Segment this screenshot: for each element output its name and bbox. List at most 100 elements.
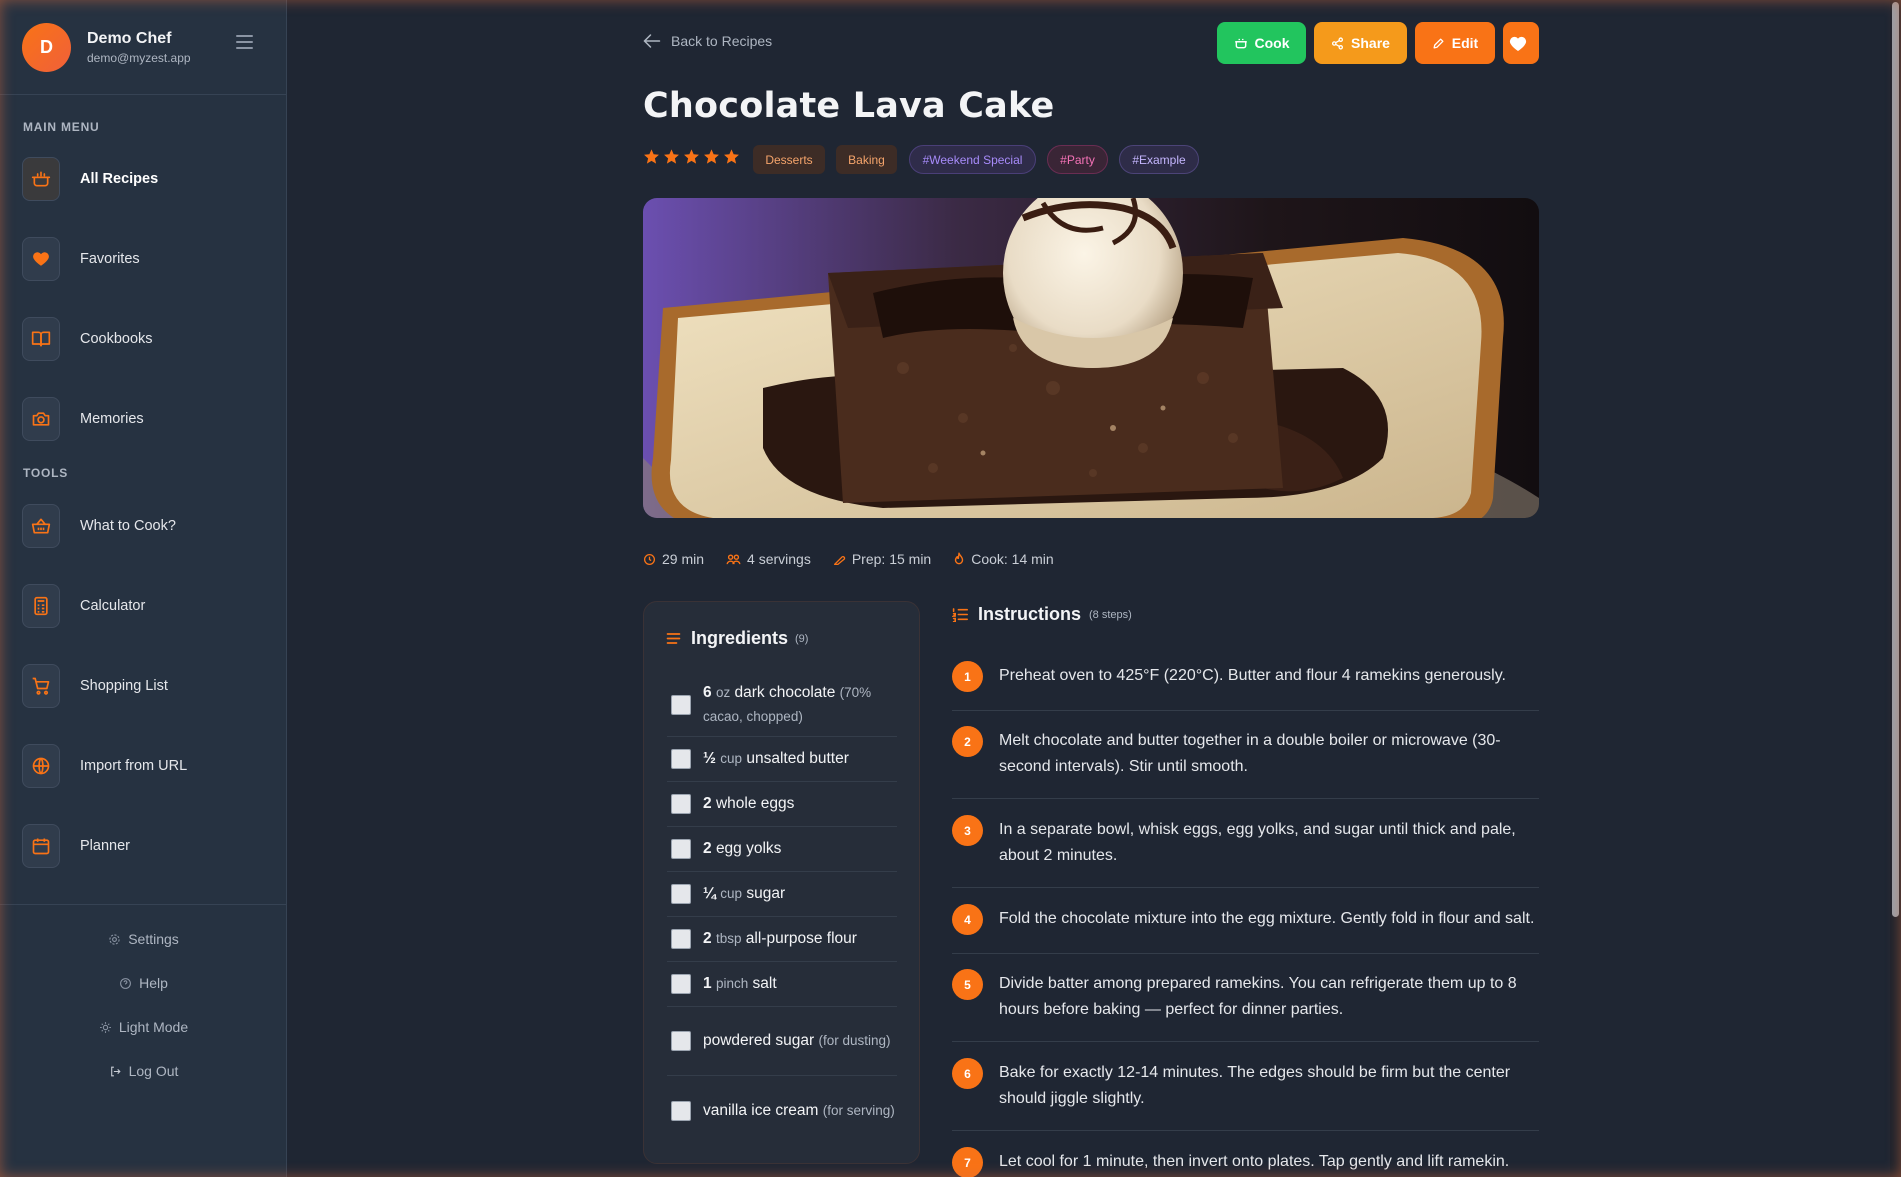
star-icon <box>724 149 739 164</box>
sidebar-item-what-to-cook[interactable]: What to Cook? <box>22 500 262 552</box>
pot-icon <box>1234 38 1247 49</box>
calendar-icon <box>22 824 60 868</box>
step-text: Bake for exactly 12-14 minutes. The edge… <box>999 1064 1511 1107</box>
instruction-step: 6 Bake for exactly 12-14 minutes. The ed… <box>952 1058 1539 1131</box>
ingredient-checkbox[interactable] <box>671 974 691 994</box>
heart-icon <box>1509 36 1526 51</box>
share-icon <box>1332 36 1344 50</box>
sidebar-item-calculator[interactable]: Calculator <box>22 580 262 632</box>
sidebar-item-label: What to Cook? <box>80 518 176 534</box>
ingredient-text: 1 pinch salt <box>703 975 777 992</box>
favorite-button[interactable] <box>1503 22 1539 64</box>
share-button[interactable]: Share <box>1314 22 1407 64</box>
ingredient-text: 2 egg yolks <box>703 840 782 857</box>
back-to-recipes-link[interactable]: Back to Recipes <box>643 33 772 49</box>
ingredient-checkbox[interactable] <box>671 1031 691 1051</box>
instruction-step: 1 Preheat oven to 425°F (220°C). Butter … <box>952 661 1539 711</box>
help-label: Help <box>139 975 168 991</box>
hamburger-menu-icon[interactable] <box>236 35 253 49</box>
help-icon <box>120 977 132 989</box>
sidebar-item-planner[interactable]: Planner <box>22 820 262 872</box>
sidebar-item-cookbooks[interactable]: Cookbooks <box>22 313 262 365</box>
pencil-icon <box>1433 38 1444 48</box>
sidebar-item-memories[interactable]: Memories <box>22 393 262 445</box>
back-label: Back to Recipes <box>671 33 773 49</box>
book-icon <box>22 317 60 361</box>
ingredient-row: ¼ cup sugar <box>667 872 897 917</box>
ingredient-row: 2 tbsp all-purpose flour <box>667 917 897 962</box>
logout-label: Log Out <box>128 1063 179 1079</box>
prep-time: Prep: 15 min <box>833 551 931 567</box>
sidebar-item-favorites[interactable]: Favorites <box>22 233 262 285</box>
basket-icon <box>22 504 60 548</box>
scrollbar-thumb[interactable] <box>1892 2 1899 917</box>
ingredient-row: 2 egg yolks <box>667 827 897 872</box>
recipe-meta: 29 min 4 servings Prep: 15 min Cook: 14 … <box>643 551 1076 567</box>
sidebar-item-shopping-list[interactable]: Shopping List <box>22 660 262 712</box>
sidebar-item-label: Cookbooks <box>80 331 153 347</box>
ingredient-text: ¼ cup sugar <box>703 885 786 902</box>
arrow-left-icon <box>643 34 661 48</box>
step-text: Melt chocolate and butter together in a … <box>999 732 1501 775</box>
ingredient-checkbox[interactable] <box>671 695 691 715</box>
clock-icon <box>643 553 656 565</box>
edit-button[interactable]: Edit <box>1415 22 1495 64</box>
instruction-step: 3 In a separate bowl, whisk eggs, egg yo… <box>952 815 1539 888</box>
ingredients-header: Ingredients (9) <box>666 628 808 649</box>
step-number: 1 <box>952 661 983 692</box>
light-mode-label: Light Mode <box>118 1019 189 1035</box>
sidebar-item-label: Shopping List <box>80 678 168 694</box>
cook-label: Cook <box>1254 35 1290 51</box>
settings-link[interactable]: Settings <box>0 931 287 947</box>
calculator-icon <box>22 584 60 628</box>
step-text: In a separate bowl, whisk eggs, egg yolk… <box>999 821 1516 864</box>
cart-icon <box>22 664 60 708</box>
ingredient-text: ½ cup unsalted butter <box>703 750 849 767</box>
ingredient-text: 2 whole eggs <box>703 795 795 812</box>
sidebar-item-label: Memories <box>80 411 144 427</box>
star-icon <box>684 149 699 164</box>
sidebar-item-all-recipes[interactable]: All Recipes <box>22 153 262 205</box>
cook-button[interactable]: Cook <box>1217 22 1306 64</box>
ingredient-row: ½ cup unsalted butter <box>667 737 897 782</box>
tools-label: TOOLS <box>23 466 69 480</box>
step-text: Let cool for 1 minute, then invert onto … <box>999 1153 1510 1170</box>
light-mode-toggle[interactable]: Light Mode <box>0 1019 287 1035</box>
profile-name: Demo Chef <box>87 29 172 47</box>
ingredient-checkbox[interactable] <box>671 884 691 904</box>
ingredients-count: (9) <box>795 632 809 645</box>
ingredient-checkbox[interactable] <box>671 794 691 814</box>
category-tag[interactable]: Baking <box>836 145 897 174</box>
cook-time-value: Cook: 14 min <box>971 551 1054 567</box>
ingredient-text: 2 tbsp all-purpose flour <box>703 930 857 947</box>
edit-label: Edit <box>1451 35 1479 51</box>
hashtag-tag[interactable]: #Party <box>1047 145 1108 174</box>
servings-value: 4 servings <box>747 551 811 567</box>
sidebar-item-import-from-url[interactable]: Import from URL <box>22 740 262 792</box>
sun-icon <box>99 1021 111 1033</box>
ingredient-row: 6 oz dark chocolate (70% cacao, chopped) <box>667 674 897 737</box>
step-number: 3 <box>952 815 983 846</box>
ingredient-checkbox[interactable] <box>671 839 691 859</box>
logout-link[interactable]: Log Out <box>0 1063 287 1079</box>
help-link[interactable]: Help <box>0 975 287 991</box>
ingredient-checkbox[interactable] <box>671 749 691 769</box>
ingredient-checkbox[interactable] <box>671 1100 691 1121</box>
profile-email: demo@myzest.app <box>87 50 191 65</box>
instructions-header: Instructions (8 steps) <box>952 604 1132 625</box>
scrollbar-track[interactable] <box>1890 0 1901 1177</box>
avatar[interactable]: D <box>22 22 71 72</box>
hashtag-tag[interactable]: #Weekend Special <box>909 145 1036 174</box>
hashtag-tag[interactable]: #Example <box>1119 145 1199 174</box>
total-time: 29 min <box>643 551 704 567</box>
sidebar-footer <box>0 904 287 905</box>
settings-label: Settings <box>128 931 179 947</box>
sidebar-item-label: Planner <box>80 838 130 854</box>
step-number: 2 <box>952 726 983 757</box>
ingredient-text: 6 oz dark chocolate (70% cacao, chopped) <box>703 684 872 724</box>
category-tag[interactable]: Desserts <box>753 145 825 174</box>
instruction-step: 4 Fold the chocolate mixture into the eg… <box>952 904 1539 954</box>
recipe-hero-image <box>643 198 1539 518</box>
ingredient-checkbox[interactable] <box>671 929 691 949</box>
heart-icon <box>22 237 60 281</box>
